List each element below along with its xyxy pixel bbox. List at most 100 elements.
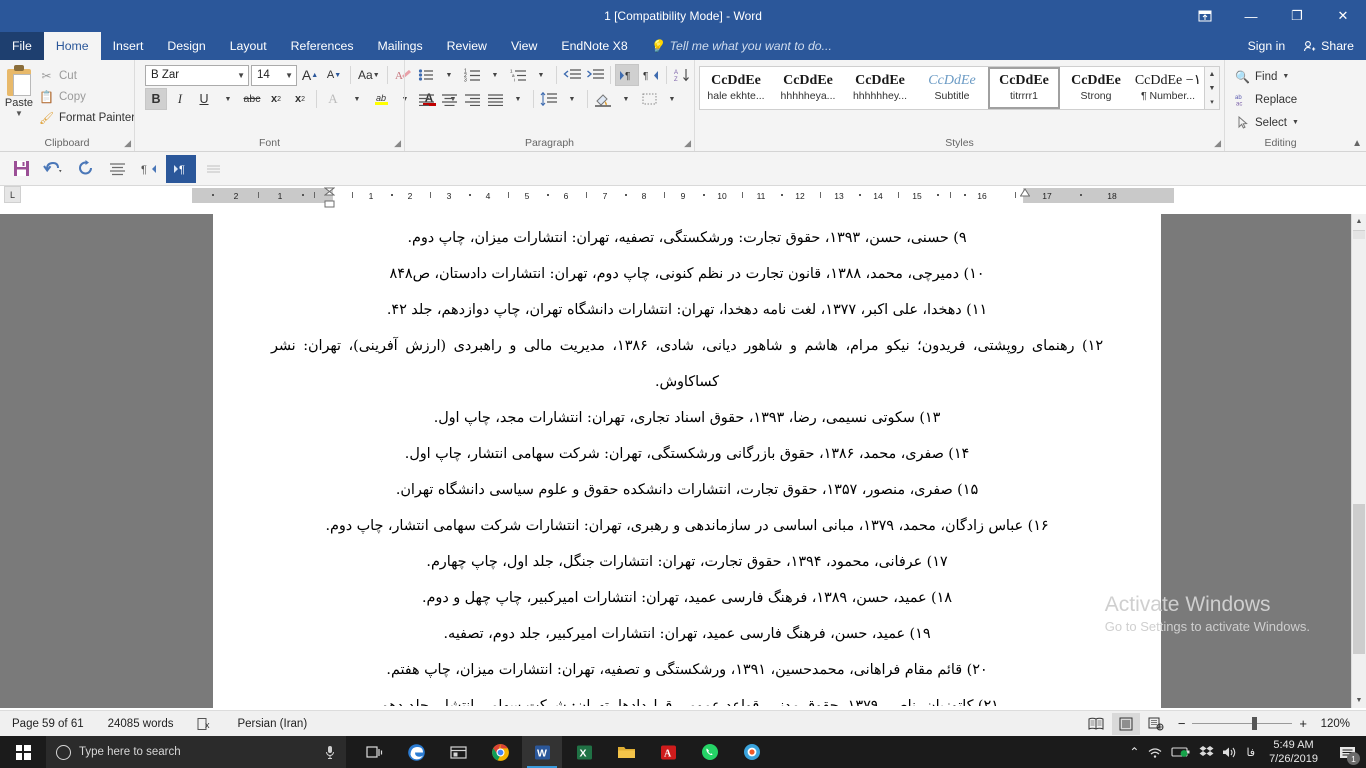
browser-icon[interactable] xyxy=(732,736,772,768)
paragraph[interactable]: ۱۱) دهخدا، علی اکبر، ۱۳۷۷، لغت نامه دهخد… xyxy=(271,292,1103,328)
page-number-status[interactable]: Page 59 of 61 xyxy=(0,718,96,730)
right-to-left-text-icon[interactable]: ¶ xyxy=(640,64,662,86)
cut-button[interactable]: ✂ Cut xyxy=(34,65,140,86)
more-icon[interactable] xyxy=(198,155,228,183)
tab-references[interactable]: References xyxy=(279,32,366,60)
page-content[interactable]: ۹) حسنی، حسن، ۱۳۹۳، حقوق تجارت: ورشکستگی… xyxy=(213,214,1161,706)
taskbar-search[interactable]: Type here to search xyxy=(46,736,346,768)
left-to-right-text-icon[interactable]: ¶ xyxy=(615,64,639,86)
paste-button[interactable]: Paste ▼ xyxy=(4,63,34,118)
scroll-down-icon[interactable]: ▼ xyxy=(1205,81,1219,95)
save-icon[interactable] xyxy=(6,155,36,183)
volume-icon[interactable] xyxy=(1222,746,1238,759)
multilevel-list-icon[interactable]: 1ai xyxy=(507,64,529,86)
text-highlight-color-button[interactable]: ab xyxy=(370,88,392,110)
find-dropdown-icon[interactable]: ▼ xyxy=(1282,73,1289,80)
paragraph[interactable]: ۱۸) عمید، حسن، ۱۳۸۹، فرهنگ فارسی عمید، ت… xyxy=(271,580,1103,616)
right-indent-marker[interactable] xyxy=(1020,188,1029,203)
show-hidden-icons-icon[interactable]: ⌃ xyxy=(1129,745,1139,759)
underline-dropdown[interactable]: ▼ xyxy=(217,88,239,110)
shading-dropdown[interactable]: ▼ xyxy=(615,88,637,110)
tab-design[interactable]: Design xyxy=(155,32,217,60)
undo-icon[interactable] xyxy=(38,155,68,183)
justify-dropdown[interactable]: ▼ xyxy=(507,88,529,110)
paragraph-dialog-launcher[interactable]: ◢ xyxy=(684,138,691,149)
style-item-subtitle[interactable]: CcDdEe Subtitle xyxy=(916,67,988,109)
paragraph[interactable]: ۲۰) قائم مقام فراهانی، محمدحسین، ۱۳۹۱، و… xyxy=(271,652,1103,688)
close-button[interactable]: ✕ xyxy=(1320,0,1366,32)
italic-button[interactable]: I xyxy=(169,88,191,110)
task-view-icon[interactable] xyxy=(354,736,394,768)
paragraph[interactable]: ۱۷) عرفانی، محمود، ۱۳۹۴، حقوق تجارت، تهر… xyxy=(271,544,1103,580)
paragraph[interactable]: ۲۱) کاتوزیان، ناصر، ۱۳۷۹، حقوق مدنی، قوا… xyxy=(271,688,1103,706)
font-name-combo[interactable]: B Zar ▼ xyxy=(145,65,249,86)
justify-icon[interactable] xyxy=(484,88,506,110)
scrollbar-thumb[interactable] xyxy=(1353,504,1365,654)
zoom-slider-thumb[interactable] xyxy=(1252,717,1257,730)
paragraph[interactable]: ۱۶) عباس زادگان، محمد، ۱۳۷۹، مبانی اساسی… xyxy=(271,508,1103,544)
decrease-indent-icon[interactable] xyxy=(561,64,583,86)
sign-in-button[interactable]: Sign in xyxy=(1238,39,1296,53)
file-explorer-icon[interactable] xyxy=(606,736,646,768)
tab-layout[interactable]: Layout xyxy=(218,32,279,60)
copy-button[interactable]: 📋 Copy xyxy=(34,86,140,107)
change-case-button[interactable]: Aa▼ xyxy=(356,64,382,86)
split-window-handle[interactable] xyxy=(1353,230,1365,239)
vertical-scrollbar[interactable]: ▲ ▼ xyxy=(1351,214,1366,708)
tab-file[interactable]: File xyxy=(0,32,44,60)
select-dropdown-icon[interactable]: ▼ xyxy=(1292,119,1299,126)
tab-endnote-x8[interactable]: EndNote X8 xyxy=(549,32,639,60)
increase-indent-icon[interactable] xyxy=(584,64,606,86)
numbering-icon[interactable]: 123 xyxy=(461,64,483,86)
zoom-controls[interactable]: − + 120% xyxy=(1172,716,1356,731)
print-layout-icon[interactable] xyxy=(1112,713,1140,735)
horizontal-ruler[interactable]: 2 1 1 2 3 4 5 6 7 8 9 10 11 12 13 14 15 … xyxy=(192,188,1174,203)
scroll-down-icon[interactable]: ▼ xyxy=(1352,693,1366,708)
language-indicator[interactable]: فا xyxy=(1246,746,1255,759)
collapse-ribbon-icon[interactable]: ▲ xyxy=(1352,138,1362,149)
bold-button[interactable]: B xyxy=(145,88,167,110)
indent-markers[interactable] xyxy=(324,187,335,207)
align-icon[interactable] xyxy=(102,155,132,183)
minimize-button[interactable]: — xyxy=(1228,0,1274,32)
store-icon[interactable] xyxy=(438,736,478,768)
rtl-icon[interactable]: ¶ xyxy=(134,155,164,183)
zoom-in-button[interactable]: + xyxy=(1299,716,1307,731)
word-icon[interactable]: W xyxy=(522,736,562,768)
scroll-up-icon[interactable]: ▲ xyxy=(1205,67,1219,81)
restore-button[interactable]: ❐ xyxy=(1274,0,1320,32)
paragraph[interactable]: ۱۳) سکوتی نسیمی، رضا، ۱۳۹۳، حقوق اسناد ت… xyxy=(271,400,1103,436)
acrobat-icon[interactable]: A xyxy=(648,736,688,768)
bullets-dropdown[interactable]: ▼ xyxy=(438,64,460,86)
language-status[interactable]: Persian (Iran) xyxy=(225,718,319,730)
notifications-icon[interactable]: 1 xyxy=(1332,736,1362,768)
shading-icon[interactable] xyxy=(592,88,614,110)
replace-button[interactable]: abac Replace xyxy=(1229,88,1303,111)
chevron-down-icon[interactable]: ▼ xyxy=(15,110,23,118)
borders-dropdown[interactable]: ▼ xyxy=(661,88,683,110)
font-size-combo[interactable]: 14 ▼ xyxy=(251,65,297,86)
superscript-button[interactable]: x2 xyxy=(289,88,311,110)
paragraph[interactable]: ۱۹) عمید، حسن، فرهنگ فارسی عمید، تهران: … xyxy=(271,616,1103,652)
align-right-icon[interactable] xyxy=(461,88,483,110)
underline-button[interactable]: U xyxy=(193,88,215,110)
dropbox-icon[interactable] xyxy=(1199,745,1214,759)
web-layout-icon[interactable] xyxy=(1142,713,1170,735)
borders-icon[interactable] xyxy=(638,88,660,110)
document-page[interactable]: ۹) حسنی، حسن، ۱۳۹۳، حقوق تجارت: ورشکستگی… xyxy=(213,214,1161,708)
strikethrough-button[interactable]: abc xyxy=(241,88,263,110)
scroll-up-icon[interactable]: ▲ xyxy=(1352,214,1366,229)
line-spacing-dropdown[interactable]: ▼ xyxy=(561,88,583,110)
align-center-icon[interactable] xyxy=(438,88,460,110)
microphone-icon[interactable] xyxy=(324,745,336,760)
styles-gallery-scroll[interactable]: ▲ ▼ ▾ xyxy=(1204,67,1219,109)
align-left-icon[interactable] xyxy=(415,88,437,110)
find-button[interactable]: 🔍 Find ▼ xyxy=(1229,65,1295,88)
edge-icon[interactable] xyxy=(396,736,436,768)
tab-mailings[interactable]: Mailings xyxy=(366,32,435,60)
battery-icon[interactable] xyxy=(1171,746,1191,758)
tab-view[interactable]: View xyxy=(499,32,549,60)
tab-stop-selector[interactable]: L xyxy=(4,186,21,203)
share-button[interactable]: Share xyxy=(1295,39,1366,53)
excel-icon[interactable]: X xyxy=(564,736,604,768)
